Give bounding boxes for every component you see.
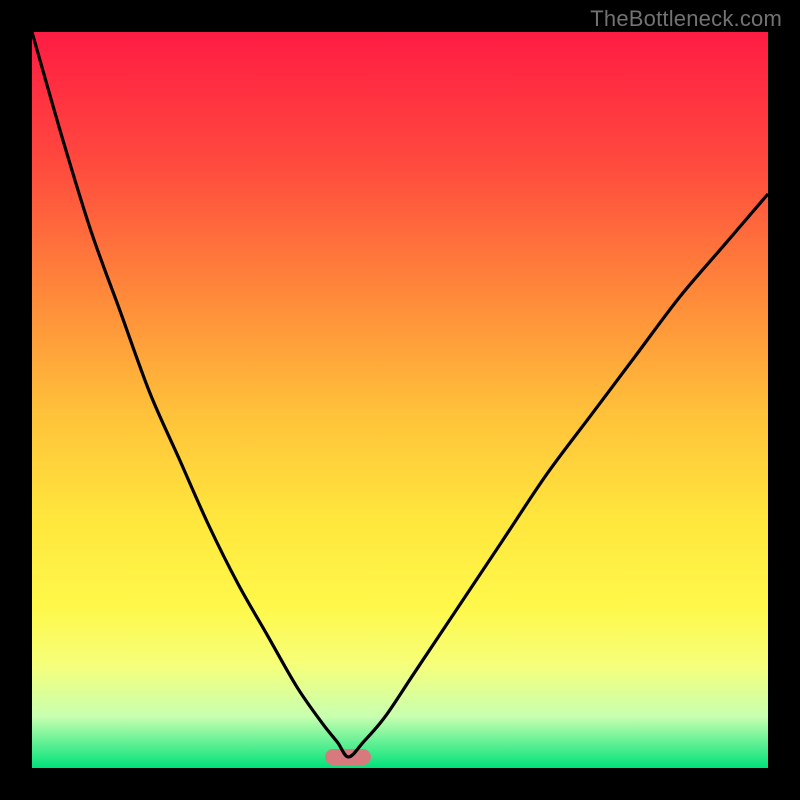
plot-area (32, 32, 768, 768)
curve-path (32, 32, 768, 757)
bottleneck-curve (32, 32, 768, 768)
chart-frame: TheBottleneck.com (0, 0, 800, 800)
watermark-text: TheBottleneck.com (590, 6, 782, 32)
